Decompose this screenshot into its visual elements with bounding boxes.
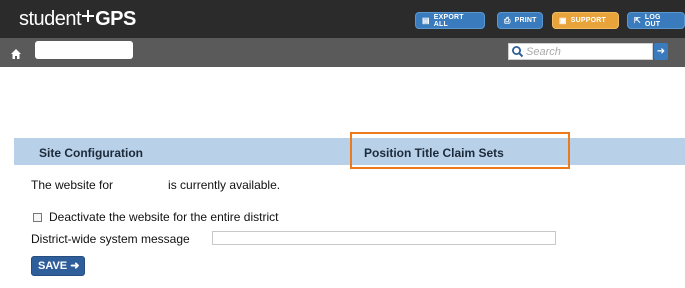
search-submit-button[interactable]: ➜ [654,43,668,60]
logo-text-gps: GPS [95,8,136,30]
print-label: PRINT [514,17,537,24]
tab-position-title-claim-sets[interactable]: Position Title Claim Sets [364,138,504,165]
status-prefix: The website for [31,178,114,192]
printer-icon: ⎙ [504,15,511,25]
logo-compass-icon [82,10,94,22]
site-status-message: The website for is currently available. [31,178,280,192]
app-logo[interactable]: student GPS [19,8,136,31]
status-suffix: is currently available. [168,178,281,192]
search-input[interactable] [526,44,650,59]
log-out-button[interactable]: ⇱ LOG OUT [627,12,685,29]
logout-icon: ⇱ [634,16,641,25]
save-button[interactable]: SAVE ➜ [31,256,85,276]
export-icon: ▤ [422,16,430,25]
system-message-input[interactable] [212,231,556,245]
export-all-label: EXPORT ALL [433,13,464,28]
deactivate-label: Deactivate the website for the entire di… [49,210,279,224]
deactivate-checkbox[interactable] [33,212,42,222]
save-label: SAVE [38,260,68,272]
breadcrumb-district-selector[interactable] [35,41,133,59]
export-all-button[interactable]: ▤ EXPORT ALL [415,12,485,29]
log-out-label: LOG OUT [644,13,661,28]
top-header: student GPS ▤ EXPORT ALL ⎙ PRINT ▣ SUPPOR… [0,0,685,38]
support-label: SUPPORT [570,17,607,24]
support-button[interactable]: ▣ SUPPORT [552,12,619,29]
tab-bar: Site Configuration Position Title Claim … [14,138,685,165]
arrow-right-icon: ➜ [70,260,80,272]
print-button[interactable]: ⎙ PRINT [497,12,543,29]
arrow-right-icon: ➜ [656,46,666,57]
tab-site-configuration[interactable]: Site Configuration [39,138,143,165]
nav-bar: ➜ [0,38,685,67]
search-icon [511,45,524,58]
system-message-label: District-wide system message [31,232,190,246]
deactivate-row: Deactivate the website for the entire di… [33,210,278,224]
logo-text-student: student [19,8,82,30]
home-icon[interactable] [10,48,22,60]
search-box [508,43,653,60]
support-icon: ▣ [559,16,567,25]
